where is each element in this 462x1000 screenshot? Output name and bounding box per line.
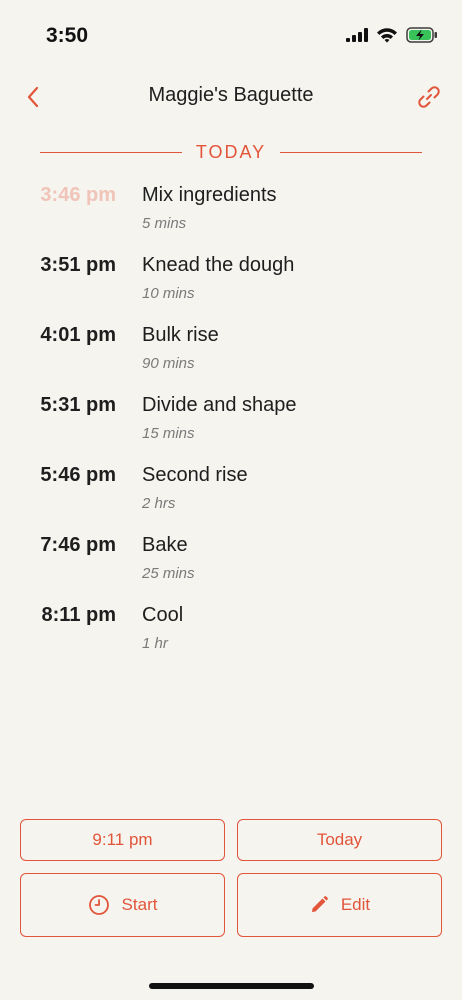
- step-row[interactable]: 8:11 pm Cool 1 hr: [0, 600, 462, 670]
- page-title: Maggie's Baguette: [148, 84, 314, 106]
- step-row[interactable]: 3:51 pm Knead the dough 10 mins: [0, 250, 462, 320]
- step-time: 3:46 pm: [40, 184, 116, 206]
- step-duration: 90 mins: [142, 355, 195, 372]
- step-row[interactable]: 5:31 pm Divide and shape 15 mins: [0, 390, 462, 460]
- wifi-icon: [377, 28, 397, 43]
- step-time: 4:01 pm: [40, 324, 116, 346]
- end-time-button[interactable]: 9:11 pm: [20, 819, 225, 861]
- step-time: 3:51 pm: [40, 254, 116, 276]
- step-time: 7:46 pm: [40, 534, 116, 556]
- step-name: Second rise: [142, 464, 248, 486]
- status-time: 3:50: [46, 24, 89, 47]
- end-time-label: 9:11 pm: [92, 830, 153, 849]
- step-duration: 15 mins: [142, 425, 195, 442]
- step-time: 5:46 pm: [40, 464, 116, 486]
- step-duration: 25 mins: [142, 565, 195, 582]
- step-name: Cool: [142, 604, 184, 626]
- step-row[interactable]: 4:01 pm Bulk rise 90 mins: [0, 320, 462, 390]
- step-name: Divide and shape: [142, 394, 297, 416]
- status-icons: [346, 27, 438, 43]
- step-duration: 5 mins: [142, 215, 187, 232]
- share-link-button[interactable]: [414, 82, 444, 112]
- signal-icon: [346, 28, 368, 42]
- step-duration: 10 mins: [142, 285, 195, 302]
- battery-charging-icon: [406, 27, 437, 43]
- pencil-icon: [311, 896, 328, 912]
- day-button[interactable]: Today: [237, 819, 442, 861]
- divider-line-left: [40, 151, 182, 153]
- home-indicator: [149, 983, 314, 989]
- step-name: Bake: [142, 534, 188, 556]
- start-label: Start: [121, 895, 158, 914]
- link-icon: [418, 86, 440, 108]
- step-row[interactable]: 7:46 pm Bake 25 mins: [0, 530, 462, 600]
- step-name: Mix ingredients: [142, 184, 277, 206]
- clock-icon: [88, 895, 109, 915]
- step-row[interactable]: 5:46 pm Second rise 2 hrs: [0, 460, 462, 530]
- divider-line-right: [280, 151, 423, 153]
- step-time: 8:11 pm: [41, 604, 116, 626]
- day-label: Today: [316, 830, 363, 849]
- step-list: 3:46 pm Mix ingredients 5 mins 3:51 pm K…: [0, 180, 462, 670]
- edit-label: Edit: [340, 895, 371, 914]
- step-name: Knead the dough: [142, 254, 295, 276]
- step-duration: 1 hr: [142, 635, 168, 652]
- nav-bar: Maggie's Baguette: [0, 72, 462, 122]
- step-row[interactable]: 3:46 pm Mix ingredients 5 mins: [0, 180, 462, 250]
- status-bar: 3:50: [0, 0, 462, 72]
- section-label: TODAY: [195, 141, 267, 162]
- step-duration: 2 hrs: [142, 495, 176, 512]
- step-time: 5:31 pm: [40, 394, 116, 416]
- step-name: Bulk rise: [142, 324, 219, 346]
- section-divider: TODAY: [40, 140, 423, 164]
- edit-button[interactable]: Edit: [237, 873, 442, 937]
- start-button[interactable]: Start: [20, 873, 225, 937]
